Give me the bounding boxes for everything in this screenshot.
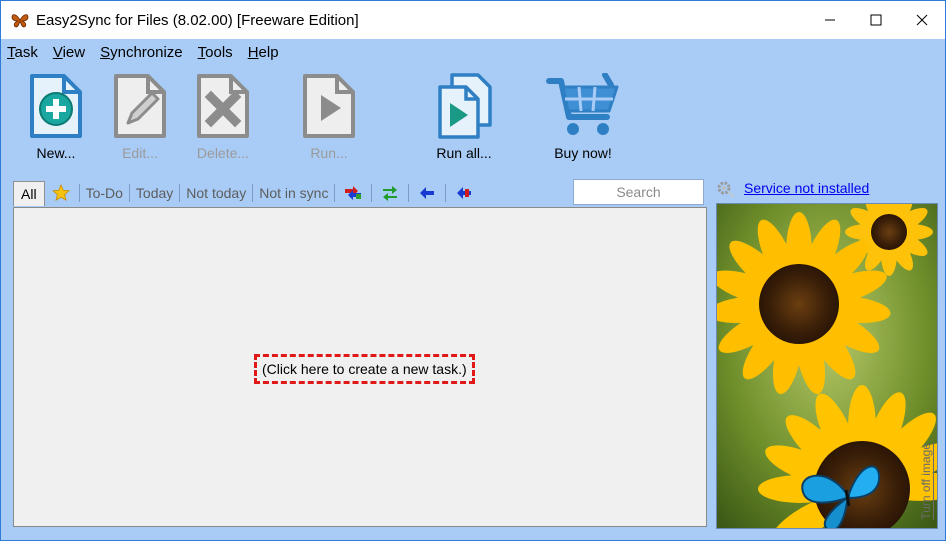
- task-list-panel[interactable]: (Click here to create a new task.): [13, 207, 707, 527]
- new-label: New...: [36, 145, 76, 161]
- left-arrow-icon: [420, 187, 435, 199]
- menu-task[interactable]: Task: [1, 44, 47, 61]
- filter-todo[interactable]: To-Do: [82, 185, 127, 201]
- window-title: Easy2Sync for Files (8.02.00) [Freeware …: [36, 11, 359, 29]
- separator: [371, 184, 373, 202]
- filter-both-directions[interactable]: [379, 183, 401, 203]
- menu-tools[interactable]: Tools: [192, 44, 242, 61]
- close-button[interactable]: [899, 1, 945, 39]
- separator: [408, 184, 410, 202]
- star-icon: [51, 184, 70, 202]
- separator: [179, 184, 181, 202]
- close-icon: [916, 14, 928, 26]
- filter-all-tab[interactable]: All: [13, 180, 45, 206]
- multi-direction-icon: [345, 186, 362, 200]
- buy-now-label: Buy now!: [554, 145, 612, 161]
- run-task-button[interactable]: Run...: [284, 73, 374, 169]
- run-document-icon: [303, 74, 355, 138]
- app-window: Easy2Sync for Files (8.02.00) [Freeware …: [0, 0, 946, 541]
- separator: [334, 184, 336, 202]
- run-all-button[interactable]: Run all...: [419, 73, 509, 169]
- shopping-cart-icon: [546, 73, 619, 135]
- new-document-icon: [30, 74, 82, 138]
- gear-icon: [717, 181, 735, 198]
- run-label: Run...: [310, 145, 348, 161]
- turn-off-image-link[interactable]: Turn off image: [919, 443, 933, 520]
- filter-today[interactable]: Today: [132, 185, 177, 201]
- minimize-icon: [825, 19, 835, 21]
- sunflower-picture: [717, 204, 937, 528]
- butterfly-icon: [11, 14, 29, 28]
- edit-document-icon: [114, 74, 166, 138]
- maximize-icon: [870, 14, 882, 26]
- minimize-button[interactable]: [807, 1, 853, 39]
- edit-task-button[interactable]: Edit...: [95, 73, 185, 169]
- separator: [128, 184, 130, 202]
- menu-bar: Task View Synchronize Tools Help: [1, 39, 945, 65]
- maximize-button[interactable]: [853, 1, 899, 39]
- left-right-red-arrow-icon: [457, 187, 472, 199]
- new-task-button[interactable]: New...: [11, 73, 101, 169]
- filter-not-in-sync[interactable]: Not in sync: [255, 185, 332, 201]
- menu-view[interactable]: View: [47, 44, 94, 61]
- separator: [445, 184, 447, 202]
- buy-now-button[interactable]: Buy now!: [538, 73, 628, 169]
- create-new-task-link[interactable]: (Click here to create a new task.): [254, 354, 475, 384]
- menu-help[interactable]: Help: [242, 44, 288, 61]
- delete-document-icon: [197, 74, 249, 138]
- delete-label: Delete...: [196, 145, 250, 161]
- separator: [78, 184, 80, 202]
- service-status: Service not installed: [715, 178, 869, 198]
- filter-bar: All To-Do Today Not today Not in sync: [13, 179, 480, 207]
- filter-favorites[interactable]: [50, 183, 72, 203]
- menu-synchronize[interactable]: Synchronize: [94, 44, 192, 61]
- both-directions-icon: [383, 186, 398, 201]
- window-controls: [807, 1, 945, 39]
- title-bar[interactable]: Easy2Sync for Files (8.02.00) [Freeware …: [1, 1, 945, 39]
- run-all-documents-icon: [438, 73, 492, 139]
- search-input[interactable]: Search: [573, 179, 704, 205]
- filter-left-right-conflict[interactable]: [453, 183, 475, 203]
- filter-left-direction[interactable]: [416, 183, 438, 203]
- delete-task-button[interactable]: Delete...: [178, 73, 268, 169]
- edit-label: Edit...: [122, 145, 158, 161]
- service-not-installed-link[interactable]: Service not installed: [744, 180, 869, 196]
- separator: [252, 184, 254, 202]
- sunflower-image: Turn off image: [716, 203, 938, 529]
- run-all-label: Run all...: [436, 145, 492, 161]
- toolbar: New... Edit... Delete... Run... Run all.…: [1, 67, 945, 171]
- filter-multi-direction[interactable]: [342, 183, 364, 203]
- filter-not-today[interactable]: Not today: [182, 185, 250, 201]
